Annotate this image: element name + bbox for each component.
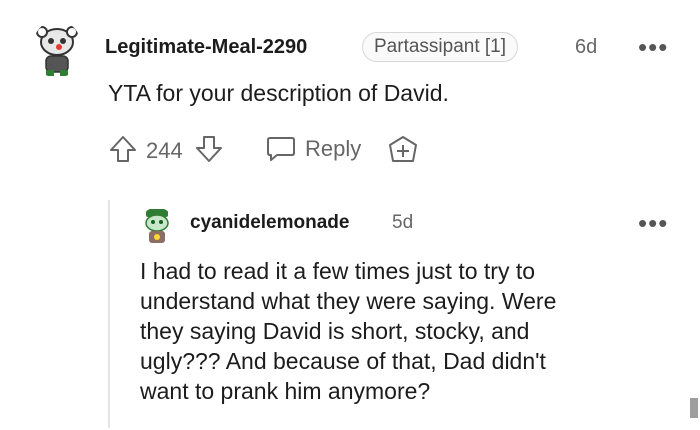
reply-button[interactable]: Reply	[265, 134, 361, 164]
reply-body: I had to read it a few times just to try…	[140, 256, 680, 406]
comment-username[interactable]: Legitimate-Meal-2290	[105, 36, 307, 59]
reply-bubble-icon	[267, 137, 295, 161]
reply-timestamp[interactable]: 5d	[392, 212, 413, 234]
upvote-button[interactable]	[108, 134, 138, 164]
reply-label: Reply	[305, 136, 362, 161]
upvote-icon	[110, 136, 136, 162]
reply-body-line: they saying David is short, stocky, and	[140, 318, 530, 344]
reply-avatar[interactable]	[140, 207, 174, 245]
award-plus-icon	[389, 136, 417, 162]
user-flair: Partassipant [1]	[362, 32, 519, 62]
reply-more-button[interactable]: •••	[638, 210, 668, 236]
comment-timestamp[interactable]: 6d	[575, 36, 597, 59]
reddit-avatar-icon	[36, 26, 78, 76]
snoo-avatar-icon	[145, 209, 169, 243]
vote-count: 244	[146, 138, 183, 163]
comment-body: YTA for your description of David.	[108, 80, 449, 106]
comment-more-button[interactable]: •••	[638, 34, 668, 60]
reply-username[interactable]: cyanidelemonade	[190, 212, 349, 234]
award-button[interactable]	[386, 134, 420, 166]
reply-body-line: want to prank him anymore?	[140, 378, 431, 404]
thread-line[interactable]	[108, 200, 110, 428]
reply-body-line: ugly??? And because of that, Dad didn't	[140, 348, 546, 374]
scrollbar-thumb[interactable]	[690, 398, 698, 418]
reply-body-line: I had to read it a few times just to try…	[140, 258, 536, 284]
downvote-icon	[196, 136, 222, 162]
reply-body-line: understand what they were saying. Were	[140, 288, 557, 314]
downvote-button[interactable]	[194, 134, 224, 164]
user-avatar[interactable]	[32, 20, 82, 78]
